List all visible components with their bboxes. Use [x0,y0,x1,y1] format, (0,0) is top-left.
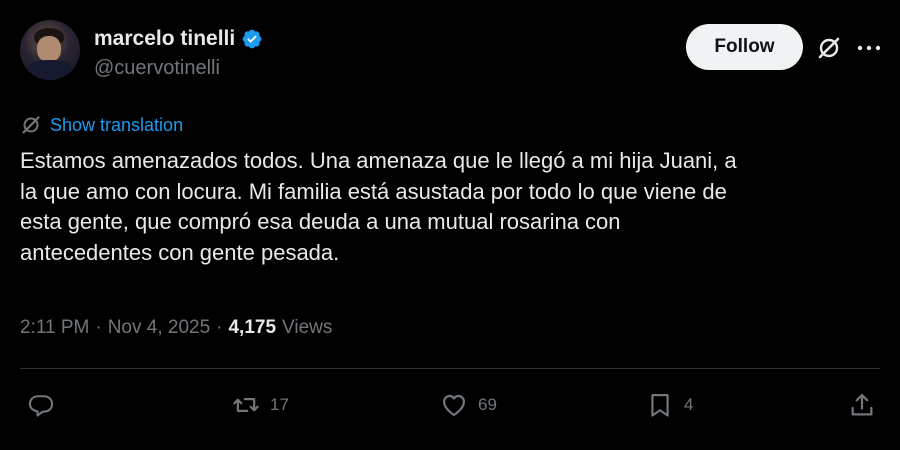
divider [20,368,880,369]
tweet-meta: 2:11 PM · Nov 4, 2025 · 4,175 Views [20,317,332,339]
reply-button[interactable] [27,390,65,420]
verified-badge-icon [242,29,262,49]
views-count: 4,175 [228,317,277,338]
follow-button[interactable]: Follow [686,24,803,70]
grok-icon[interactable] [816,35,842,61]
meta-separator: · [216,317,223,338]
avatar-face [37,36,61,62]
repost-icon [233,398,259,412]
repost-count: 17 [270,395,289,414]
avatar[interactable] [20,20,80,80]
tweet-text: Estamos amenazados todos. Una amenaza qu… [20,148,737,265]
heart-icon [442,394,466,417]
bookmark-count: 4 [684,395,694,414]
show-translation[interactable]: Show translation [20,114,183,136]
bookmark-button[interactable]: 4 [646,390,693,420]
author-name-row[interactable]: marcelo tinelli [94,27,263,51]
repost-button[interactable]: 17 [232,390,289,420]
views-label: Views [282,317,333,338]
like-count: 69 [478,395,497,414]
tweet-time[interactable]: 2:11 PM [20,317,89,339]
avatar-body [26,60,74,80]
grok-translate-icon [22,116,40,134]
more-options-icon[interactable] [856,40,882,56]
author-display-name[interactable]: marcelo tinelli [94,27,235,51]
share-icon [851,393,873,416]
show-translation-link[interactable]: Show translation [50,115,183,136]
tweet-date[interactable]: Nov 4, 2025 [108,317,210,339]
author-handle[interactable]: @cuervotinelli [94,57,220,80]
share-button[interactable] [848,390,876,420]
reply-icon [28,395,54,417]
bookmark-icon [651,393,669,417]
like-button[interactable]: 69 [440,390,497,420]
meta-separator: · [95,317,102,338]
